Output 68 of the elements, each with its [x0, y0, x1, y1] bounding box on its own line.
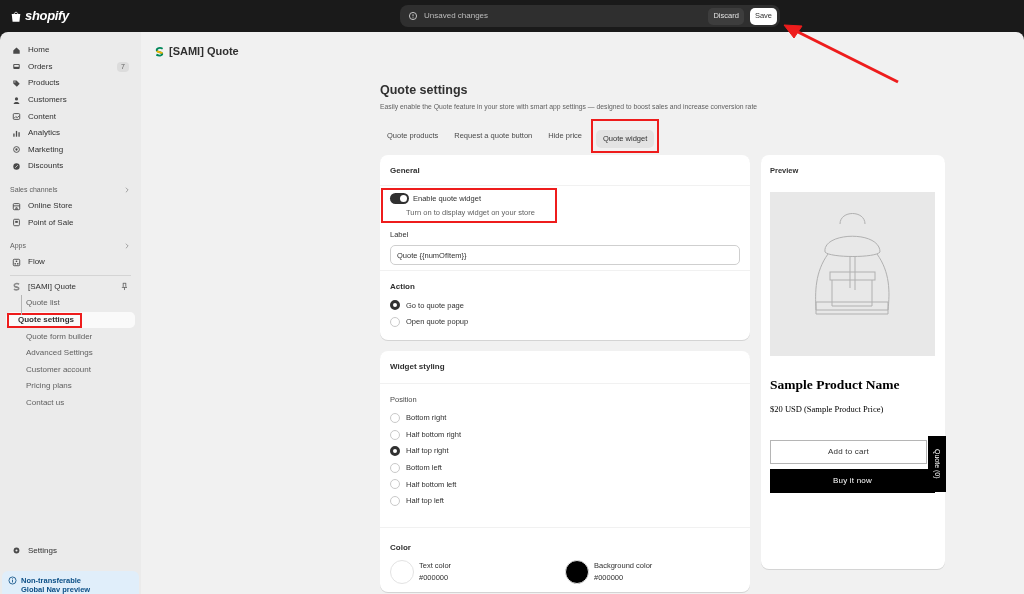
- discount-icon: [12, 161, 21, 171]
- pos-device-icon: [12, 218, 21, 228]
- card-title: General: [380, 154, 750, 186]
- logo-text: shopify: [25, 7, 69, 26]
- gear-icon: [12, 546, 21, 556]
- nav-item[interactable]: Discounts: [6, 158, 135, 175]
- person-icon: [12, 95, 21, 105]
- inbox-icon: [12, 62, 21, 72]
- nav-item[interactable]: Customers: [6, 91, 135, 109]
- radio-button[interactable]: [390, 446, 400, 457]
- app-logo-icon: [12, 282, 21, 292]
- nav-item[interactable]: Point of Sale: [6, 214, 135, 231]
- nav-item[interactable]: Flow: [6, 253, 135, 271]
- nav-item[interactable]: Products: [6, 75, 135, 92]
- subnav-item[interactable]: Pricing plans: [9, 380, 72, 393]
- target-icon: [12, 145, 21, 155]
- nav-label: Settings: [28, 544, 58, 557]
- nav-label: [SAMI] Quote: [28, 280, 78, 293]
- nav-label: Point of Sale: [28, 216, 75, 229]
- nav-label: Orders: [28, 60, 54, 73]
- chevron-right-icon: [123, 241, 131, 250]
- nav-item[interactable]: Analytics: [6, 124, 135, 142]
- color-swatch[interactable]: [565, 560, 589, 585]
- toggle-switch[interactable]: [390, 193, 409, 205]
- product-price: $20 USD (Sample Product Price): [770, 403, 885, 417]
- nav-item[interactable]: Home: [6, 42, 135, 59]
- product-name: Sample Product Name: [770, 376, 901, 395]
- alert-icon: [408, 11, 418, 21]
- flow-icon: [12, 257, 21, 267]
- bag-icon: [10, 9, 22, 23]
- nav-item[interactable]: [SAMI] Quote: [6, 278, 135, 296]
- nav-label: Marketing: [28, 143, 65, 156]
- radio-button[interactable]: [390, 300, 400, 311]
- subnav-item[interactable]: Quote list: [9, 297, 60, 310]
- info-icon: [8, 576, 17, 585]
- home-icon: [12, 45, 21, 55]
- nav-item[interactable]: Online Store: [6, 197, 135, 215]
- save-bar-message: Unsaved changes: [424, 10, 490, 22]
- nav-label: Online Store: [28, 200, 74, 213]
- color-swatch[interactable]: [390, 560, 414, 585]
- nav-item[interactable]: Content: [6, 108, 135, 125]
- bar-chart-icon: [12, 128, 21, 138]
- subnav-item[interactable]: Quote form builder: [9, 330, 93, 343]
- shopify-logo[interactable]: shopify: [10, 6, 69, 26]
- app-logo-icon: [154, 45, 165, 57]
- chevron-right-icon: [123, 185, 131, 194]
- nav-label: Flow: [28, 256, 46, 269]
- nav-label: Customers: [28, 94, 68, 107]
- nav-label: Analytics: [28, 127, 61, 140]
- tag-icon: [12, 79, 21, 88]
- app-title: [SAMI] Quote: [169, 44, 239, 59]
- nav-label: Products: [28, 77, 61, 90]
- subnav-item[interactable]: Customer account: [9, 363, 91, 376]
- card-title: Widget styling: [380, 351, 750, 385]
- add-to-cart-button[interactable]: Add to cart: [770, 440, 927, 465]
- store-icon: [12, 201, 21, 211]
- nav-label: Home: [28, 44, 51, 57]
- nav-label: Content: [28, 110, 58, 123]
- section-title: Action: [390, 281, 416, 294]
- nav-item[interactable]: Settings: [6, 542, 135, 559]
- subnav-item[interactable]: Advanced Settings: [9, 347, 93, 360]
- nav-label: Discounts: [28, 160, 65, 173]
- subnav-item[interactable]: Contact us: [9, 397, 65, 409]
- image-icon: [12, 112, 21, 122]
- nav-item[interactable]: Marketing: [6, 141, 135, 159]
- page-heading: Quote settings: [380, 82, 469, 99]
- section-title: Color: [390, 542, 412, 555]
- pin-icon: [120, 282, 129, 292]
